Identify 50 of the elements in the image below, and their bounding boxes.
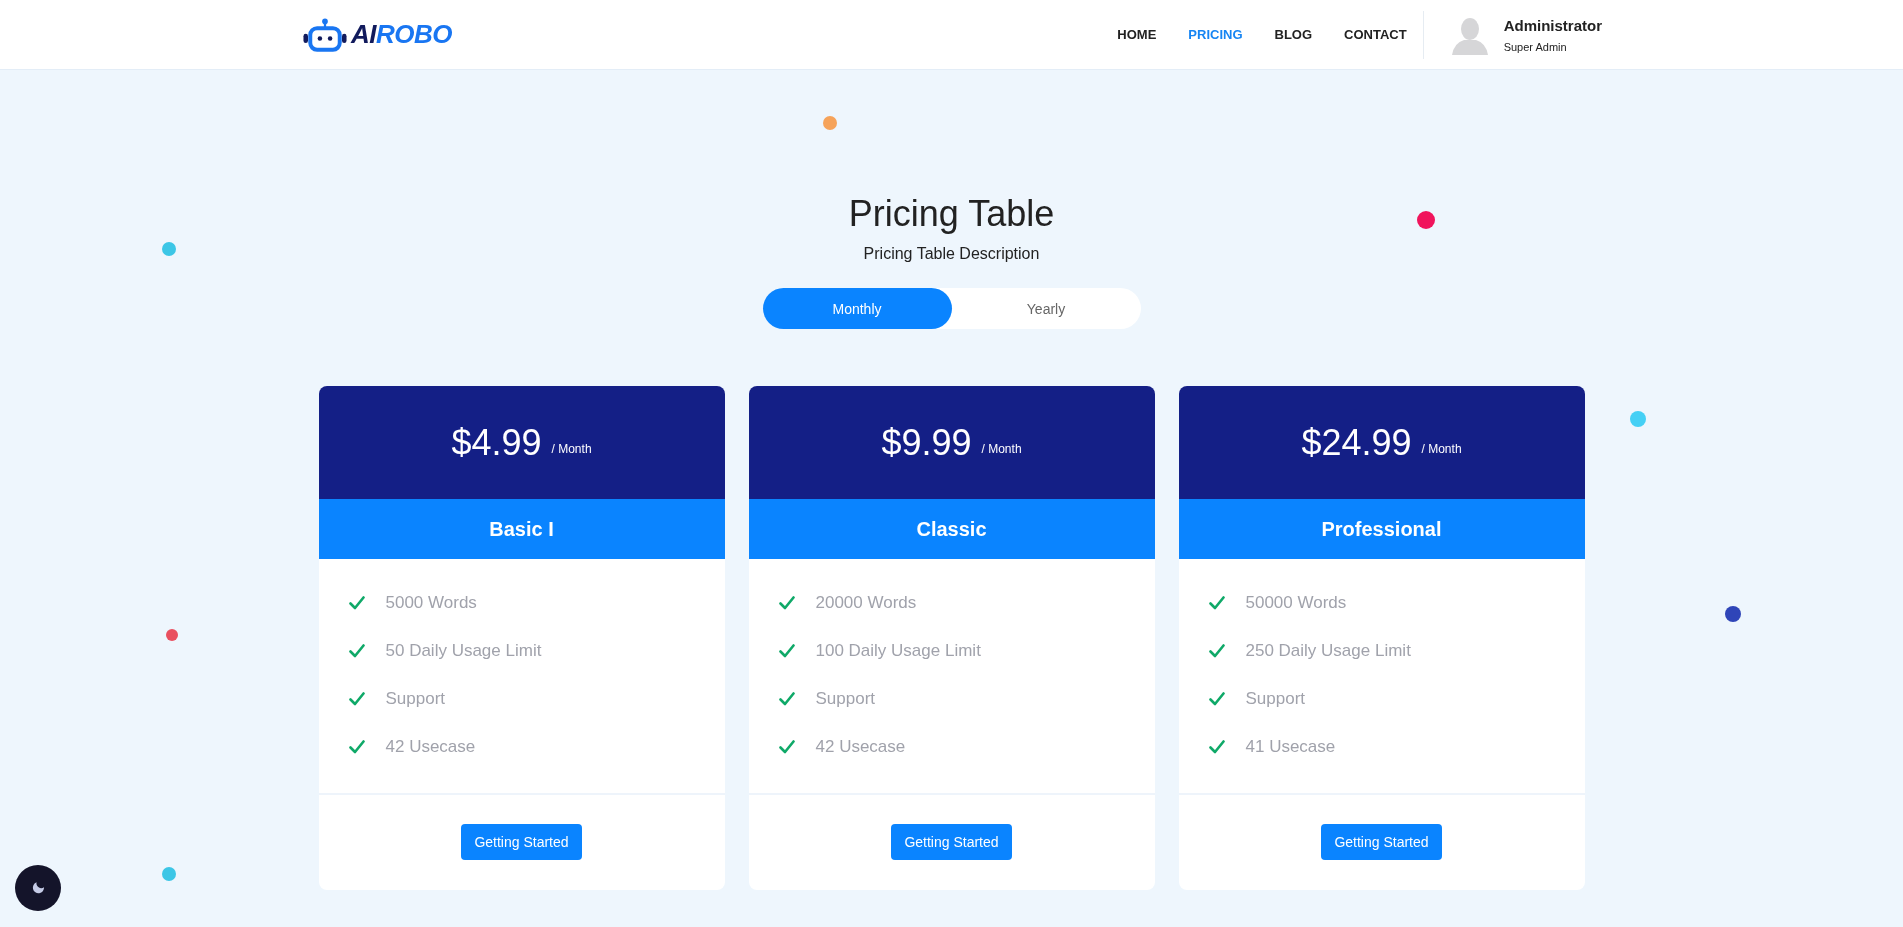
getting-started-button[interactable]: Getting Started [461,824,582,861]
checkmark-icon [348,740,365,755]
feature-text: Support [1245,689,1306,710]
price-period: / Month [551,441,592,456]
plan-price: $24.99 [1301,421,1412,464]
feature-text: 42 Usecase [815,737,906,758]
billing-option[interactable]: Monthly [762,288,952,330]
checkmark-icon [778,596,795,611]
checkmark-icon [778,740,795,755]
plan-name: Basic I [489,517,554,541]
feature-text: 20000 Words [815,593,917,614]
brand-logo-text[interactable]: AIROBO [351,19,452,50]
feature-text: 50 Daily Usage Limit [385,641,542,662]
nav-link[interactable]: PRICING [1188,27,1243,42]
feature-text: 41 Usecase [1245,737,1336,758]
plan-name: Professional [1321,517,1442,541]
feature-text: 250 Daily Usage Limit [1245,641,1411,662]
price-period: / Month [1421,441,1462,456]
feature-text: 5000 Words [385,593,477,614]
plan-price: $4.99 [451,421,542,464]
price-period: / Month [981,441,1022,456]
checkmark-icon [348,644,365,659]
plan-price: $9.99 [881,421,972,464]
dark-mode-button[interactable] [15,865,61,911]
checkmark-icon [1208,596,1225,611]
feature-text: 100 Daily Usage Limit [815,641,981,662]
user-name: Administrator [1503,16,1602,34]
checkmark-icon [1208,644,1225,659]
plan-name: Classic [916,517,987,541]
checkmark-icon [348,596,365,611]
moon-icon [30,880,46,896]
checkmark-icon [778,644,795,659]
user-role: Super Admin [1503,40,1568,53]
robot-logo-icon [302,17,348,52]
feature-text: 42 Usecase [385,737,476,758]
page-description: Pricing Table Description [863,245,1040,264]
feature-text: 50000 Words [1245,593,1347,614]
page-title: Pricing Table [848,192,1055,236]
checkmark-icon [1208,692,1225,707]
getting-started-button[interactable]: Getting Started [1321,824,1442,861]
feature-text: Support [815,689,876,710]
nav-link[interactable]: BLOG [1274,27,1313,42]
checkmark-icon [778,692,795,707]
nav-link[interactable]: CONTACT [1344,27,1407,42]
nav-link[interactable]: HOME [1117,27,1157,42]
feature-text: Support [385,689,446,710]
checkmark-icon [348,692,365,707]
getting-started-button[interactable]: Getting Started [891,824,1012,861]
billing-option[interactable]: Yearly [951,288,1141,330]
checkmark-icon [1208,740,1225,755]
